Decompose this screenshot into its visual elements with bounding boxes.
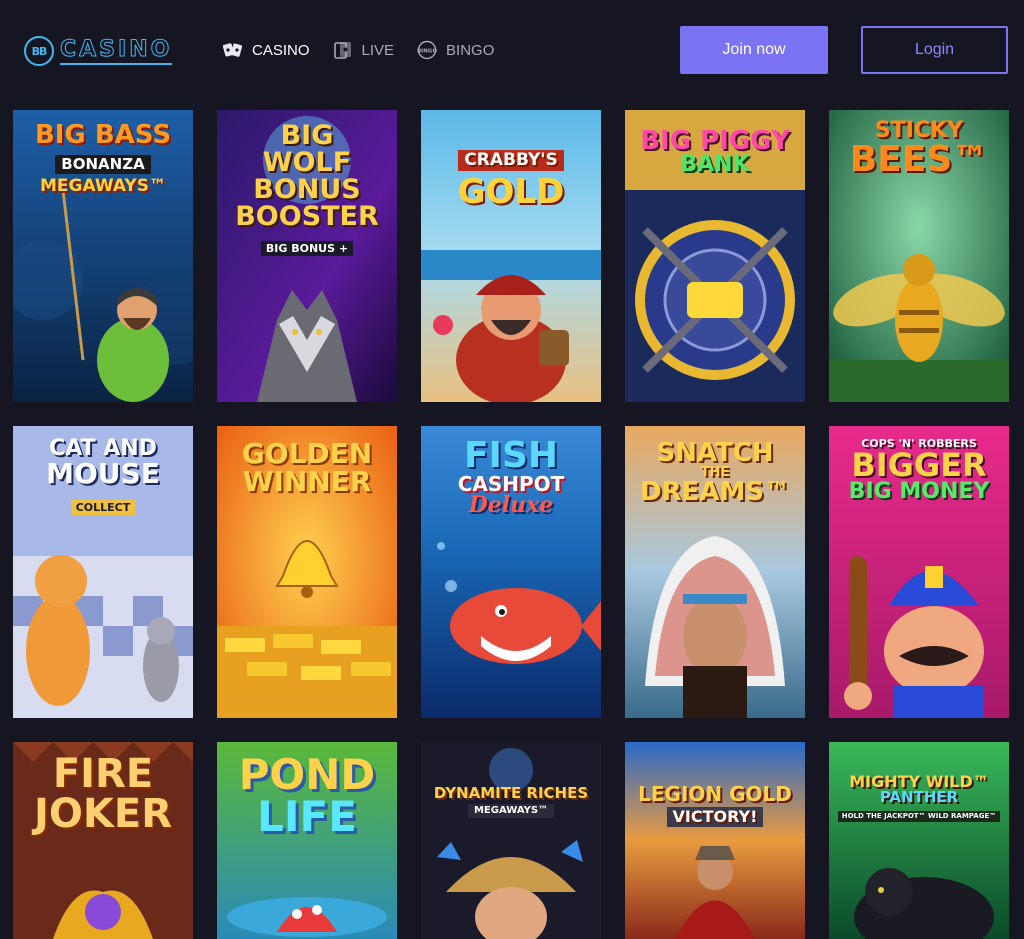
game-tile-sticky-bees[interactable]: STICKY BEES™ <box>829 110 1009 402</box>
logo-text: CASINO <box>59 37 173 65</box>
game-title-line: FIRE <box>52 751 154 797</box>
nav-live[interactable]: LIVE <box>332 40 395 60</box>
game-title-line: DYNAMITE RICHES <box>433 784 589 802</box>
game-title-line: BONUS <box>253 174 361 205</box>
game-tile-big-wolf-bonus-booster[interactable]: BIG WOLF BONUS BOOSTER BIG BONUS + <box>217 110 397 402</box>
nav-casino-label: CASINO <box>252 41 310 59</box>
casino-logo[interactable]: BB CASINO <box>24 34 173 68</box>
game-title-line: FISH <box>463 435 559 476</box>
game-tile-mighty-wild-panther[interactable]: MIGHTY WILD™ PANTHER HOLD THE JACKPOT™ W… <box>829 742 1009 939</box>
nav-casino[interactable]: CASINO <box>222 40 310 60</box>
game-artwork <box>421 742 601 939</box>
game-title-line: COLLECT <box>70 500 136 515</box>
game-title-line: BIGGER <box>851 446 987 484</box>
game-title-line: VICTORY! <box>666 807 764 827</box>
site-header: BB CASINO CASINO LIVE BINGO BINGO Join n… <box>0 0 1024 100</box>
svg-text:BINGO: BINGO <box>417 49 437 55</box>
game-title-line: BIG BASS <box>34 120 172 150</box>
game-title-line: POND <box>238 750 376 799</box>
game-title-line: BIG PIGGY <box>640 126 790 156</box>
game-title-line: WINNER <box>242 465 372 498</box>
game-title-line: WOLF <box>262 147 352 178</box>
game-tile-crabbys-gold[interactable]: CRABBY'S GOLD <box>421 110 601 402</box>
game-title-line: BONANZA <box>55 155 151 174</box>
game-tile-golden-winner[interactable]: GOLDEN WINNER <box>217 426 397 718</box>
game-title-line: CASHPOT <box>457 472 565 496</box>
game-tile-snatch-the-dreams[interactable]: SNATCH THE DREAMS™ <box>625 426 805 718</box>
game-title-line: LEGION GOLD <box>638 782 792 806</box>
game-title-line: HOLD THE JACKPOT™ WILD RAMPAGE™ <box>837 811 1001 822</box>
game-title-line: MOUSE <box>46 457 160 490</box>
game-title-line: BIG <box>280 120 334 151</box>
login-button[interactable]: Login <box>861 26 1008 74</box>
logo-badge: BB <box>24 36 54 66</box>
game-title-line: MEGAWAYS™ <box>40 176 166 196</box>
game-tile-cat-and-mouse-collect[interactable]: CAT AND MOUSE COLLECT <box>13 426 193 718</box>
game-title-line: SNATCH <box>656 438 774 468</box>
game-tile-legion-gold-victory[interactable]: LEGION GOLD VICTORY! <box>625 742 805 939</box>
game-title-line: BOOSTER <box>235 201 379 232</box>
game-tile-fire-joker[interactable]: FIRE JOKER <box>13 742 193 939</box>
game-title-line: BIG BONUS + <box>260 241 354 256</box>
nav-bingo-label: BINGO <box>446 41 495 59</box>
main-nav: CASINO LIVE BINGO BINGO <box>222 38 494 62</box>
game-title-line: BEES™ <box>849 139 989 180</box>
cards-icon <box>222 43 243 57</box>
game-title-line: BANK <box>680 152 750 177</box>
game-title-line: PANTHER <box>879 788 959 806</box>
nav-live-label: LIVE <box>361 41 395 59</box>
live-cards-icon <box>333 42 351 59</box>
game-tile-fish-cashpot-deluxe[interactable]: FISH CASHPOT Deluxe <box>421 426 601 718</box>
nav-bingo[interactable]: BINGO BINGO <box>416 40 494 60</box>
game-tile-dynamite-riches-megaways[interactable]: DYNAMITE RICHES MEGAWAYS™ <box>421 742 601 939</box>
game-title-line: LIFE <box>257 792 357 841</box>
join-now-button[interactable]: Join now <box>680 26 828 74</box>
game-tile-big-bass-bonanza-megaways[interactable]: BIG BASS BONANZA MEGAWAYS™ <box>13 110 193 402</box>
bingo-ball-icon: BINGO <box>417 40 437 60</box>
game-title-line: BIG MONEY <box>848 479 990 504</box>
game-title-line: MEGAWAYS™ <box>467 804 555 818</box>
game-title-line: Deluxe <box>468 492 554 518</box>
game-tile-big-piggy-bank[interactable]: BIG PIGGY BANK <box>625 110 805 402</box>
game-title-line: CRABBY'S <box>458 150 564 171</box>
game-title-line: DREAMS™ <box>639 477 791 507</box>
game-title-line: JOKER <box>33 791 172 837</box>
game-title-line: GOLDEN <box>241 437 373 470</box>
game-tile-cops-n-robbers-bigger-big-money[interactable]: COPS 'N' ROBBERS BIGGER BIG MONEY <box>829 426 1009 718</box>
game-tile-pond-life[interactable]: POND LIFE <box>217 742 397 939</box>
game-artwork <box>625 742 805 939</box>
game-title-line: GOLD <box>457 172 565 212</box>
